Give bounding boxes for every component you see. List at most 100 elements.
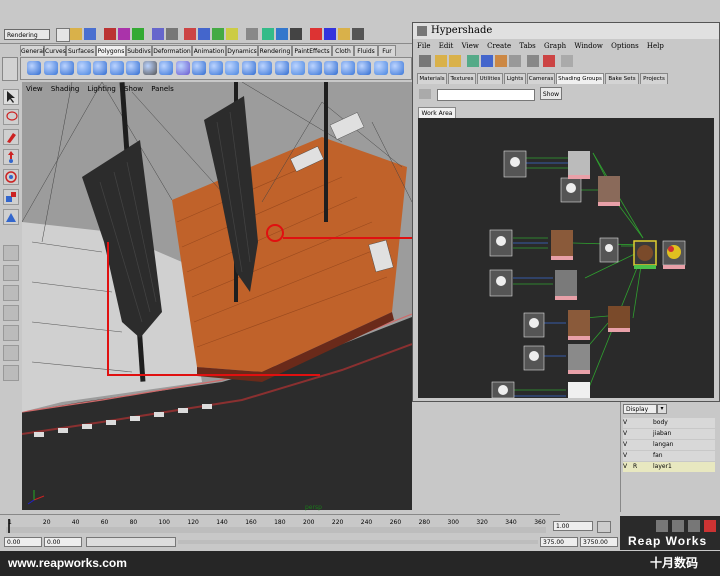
hs-rearrange-icon[interactable] (543, 55, 555, 67)
move-tool-icon[interactable] (3, 149, 19, 165)
hs-layout-icon[interactable] (561, 55, 573, 67)
layer-row[interactable]: Vbody (623, 418, 715, 428)
layer-visibility-toggle[interactable]: V (623, 440, 633, 450)
tab-utilities[interactable]: Utilities (477, 73, 503, 84)
chevron-down-icon[interactable]: ▾ (657, 404, 667, 414)
snap-view-plane-icon[interactable] (226, 28, 238, 40)
hs-graph-materials-icon[interactable] (467, 55, 479, 67)
shelf-menu-button[interactable] (2, 57, 18, 81)
tab-work-area[interactable]: Work Area (418, 107, 456, 118)
hypershade-work-area[interactable] (418, 118, 714, 399)
select-by-object-icon[interactable] (118, 28, 130, 40)
shelf-tab-general[interactable]: General (20, 45, 45, 56)
layer-visibility-toggle[interactable]: V (623, 451, 633, 461)
layout-custom-icon[interactable] (3, 365, 19, 381)
timeline-track[interactable] (6, 527, 546, 533)
poly-soccer-ball-icon[interactable] (175, 61, 190, 75)
step-back-icon[interactable] (597, 521, 611, 533)
hs-toggle-panel-icon[interactable] (419, 55, 431, 67)
input-line-icon[interactable] (310, 28, 322, 40)
poly-prism-icon[interactable] (126, 61, 140, 75)
hs-menu-create[interactable]: Create (487, 42, 511, 50)
shelf-tab-fur[interactable]: Fur (378, 45, 396, 56)
layout-side-icon[interactable] (3, 285, 19, 301)
poly-cone-icon[interactable] (76, 61, 91, 75)
start-time-field[interactable]: 0.00 (4, 537, 42, 547)
display-layer-dropdown[interactable]: Display (623, 404, 657, 414)
layout-single-icon[interactable] (3, 245, 19, 261)
triangulate-icon[interactable] (390, 61, 404, 75)
select-by-component-icon[interactable] (132, 28, 144, 40)
separate-icon[interactable] (291, 61, 305, 75)
layout-persp-graph-icon[interactable] (3, 305, 19, 321)
snap-grid-icon[interactable] (184, 28, 196, 40)
open-scene-icon[interactable] (70, 28, 82, 40)
tab-cameras[interactable]: Cameras (527, 73, 555, 84)
tab-bake-sets[interactable]: Bake Sets (605, 73, 639, 84)
construction-history-icon[interactable] (246, 28, 258, 40)
select-by-hierarchy-icon[interactable] (104, 28, 116, 40)
shelf-tab-curves[interactable]: Curves (44, 45, 66, 56)
layout-hypershade-icon[interactable] (3, 345, 19, 361)
hs-menu-help[interactable]: Help (647, 42, 664, 50)
hypershade-title-bar[interactable]: Hypershade (413, 23, 719, 39)
layout-four-icon[interactable] (3, 265, 19, 281)
poly-plane-icon[interactable] (93, 61, 107, 75)
wedge-faces-icon[interactable] (340, 61, 355, 75)
scale-tool-icon[interactable] (3, 189, 19, 205)
combine-icon[interactable] (274, 61, 289, 75)
playback-start-field[interactable]: 0.00 (44, 537, 82, 547)
bevel-icon[interactable] (307, 61, 322, 75)
smooth-icon[interactable] (258, 61, 272, 75)
layer-row[interactable]: Vfan (623, 451, 715, 461)
new-scene-icon[interactable] (56, 28, 70, 42)
tab-projects[interactable]: Projects (640, 73, 668, 84)
layer-row[interactable]: V Rlayer1 (623, 462, 715, 472)
layer-visibility-toggle[interactable]: V (623, 462, 633, 472)
hs-menu-view[interactable]: View (462, 42, 479, 50)
hs-filter-input[interactable] (437, 89, 535, 101)
menu-set-dropdown[interactable]: Rendering (4, 29, 50, 40)
layer-row[interactable]: Vlangan (623, 440, 715, 450)
hs-menu-tabs[interactable]: Tabs (519, 42, 535, 50)
extrude-face-icon[interactable] (192, 61, 206, 75)
split-polygon-icon[interactable] (208, 61, 223, 75)
channel-box-icon[interactable] (338, 28, 350, 40)
auto-key-icon[interactable] (704, 520, 716, 532)
layer-visibility-toggle[interactable]: V (623, 418, 633, 428)
snap-curve-icon[interactable] (198, 28, 210, 40)
viewport-menu-panels[interactable]: Panels (151, 85, 174, 93)
viewport-menu-view[interactable]: View (26, 85, 43, 93)
poly-sphere-icon[interactable] (27, 61, 41, 75)
perspective-viewport[interactable] (22, 82, 412, 510)
tab-textures[interactable]: Textures (448, 73, 476, 84)
layout-persp-outliner-icon[interactable] (3, 325, 19, 341)
snap-point-icon[interactable] (212, 28, 224, 40)
shelf-tab-rendering[interactable]: Rendering (258, 45, 292, 56)
poly-torus-icon[interactable] (109, 61, 124, 75)
shelf-tab-fluids[interactable]: Fluids (354, 45, 378, 56)
layer-row[interactable]: Vjiaban (623, 429, 715, 439)
tab-materials[interactable]: Materials (417, 73, 447, 84)
time-slider[interactable]: 1 20 40 60 80 100 120 140 160 180 200 220 240 260 280 3… (0, 514, 560, 535)
paint-select-tool-icon[interactable] (3, 129, 19, 145)
step-forward-icon[interactable] (672, 520, 684, 532)
poly-cube-icon[interactable] (43, 61, 58, 75)
shelf-tab-polygons[interactable]: Polygons (96, 45, 126, 56)
lock-selection-icon[interactable] (166, 28, 178, 40)
poly-helix-icon[interactable] (159, 61, 173, 75)
tab-lights[interactable]: Lights (504, 73, 526, 84)
lasso-tool-icon[interactable] (3, 109, 19, 125)
hs-forward-icon[interactable] (449, 55, 461, 67)
hs-clear-graph-icon[interactable] (527, 55, 539, 67)
hs-show-button[interactable]: Show (540, 87, 562, 100)
cut-faces-icon[interactable] (324, 61, 338, 75)
go-to-end-icon[interactable] (688, 520, 700, 532)
hs-output-connections-icon[interactable] (509, 55, 521, 67)
shelf-tab-dynamics[interactable]: Dynamics (226, 45, 258, 56)
viewport-menu-lighting[interactable]: Lighting (88, 85, 116, 93)
hs-input-connections-icon[interactable] (481, 55, 493, 67)
render-globals-icon[interactable] (290, 28, 302, 40)
save-scene-icon[interactable] (84, 28, 96, 40)
render-icon[interactable] (262, 28, 274, 40)
